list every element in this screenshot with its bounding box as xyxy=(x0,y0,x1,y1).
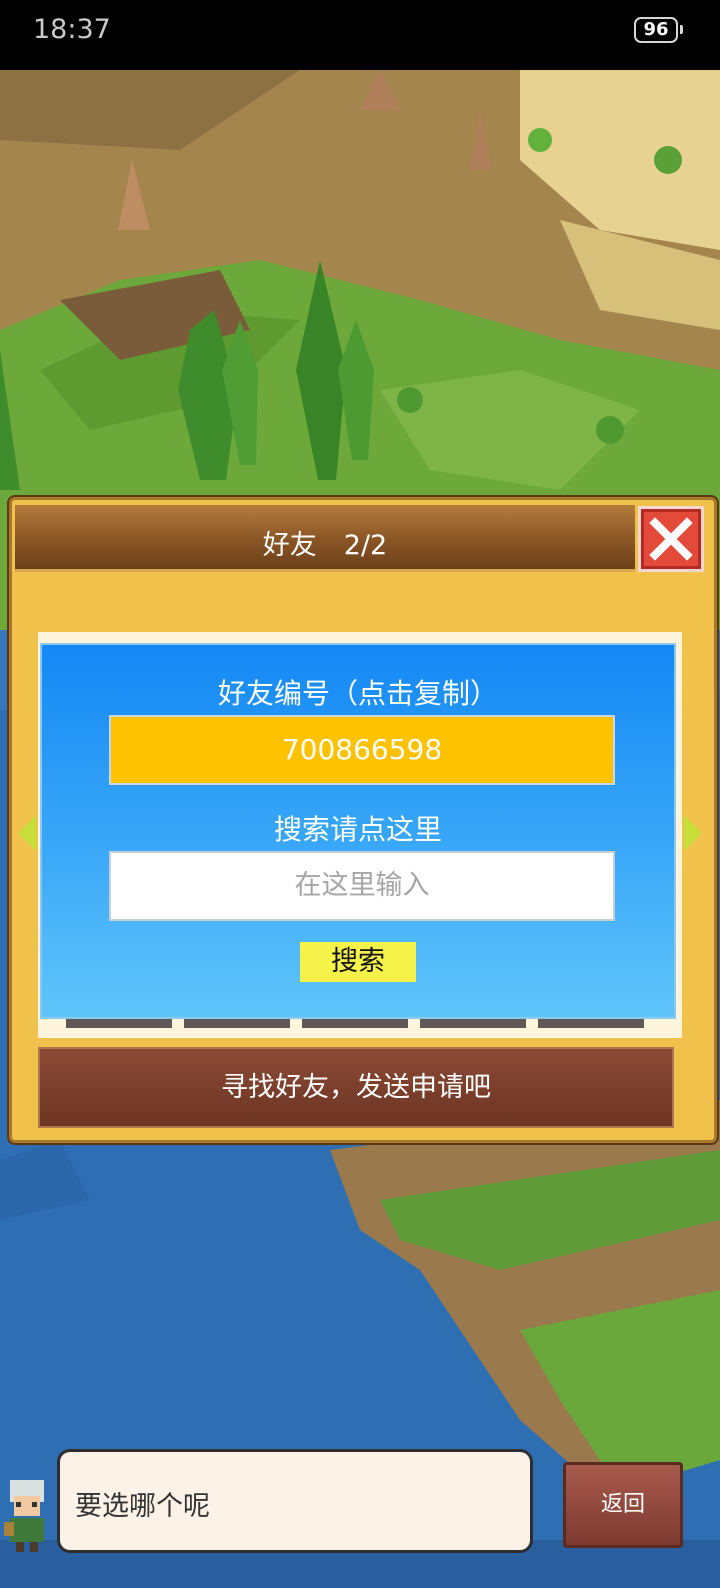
close-button[interactable] xyxy=(638,506,704,572)
status-bar: 18:37 96 xyxy=(0,0,720,70)
back-button[interactable]: 返回 xyxy=(563,1462,683,1548)
slot-divider xyxy=(420,1018,526,1028)
slot-divider xyxy=(66,1018,172,1028)
search-button[interactable]: 搜索 xyxy=(300,942,416,982)
search-label: 搜索请点这里 xyxy=(273,813,442,846)
previous-page-arrow-icon[interactable] xyxy=(18,815,36,851)
friend-id-copy-box[interactable]: 700866598 xyxy=(109,715,615,785)
slot-divider xyxy=(302,1018,408,1028)
close-icon xyxy=(649,517,693,561)
find-friends-button[interactable]: 寻找好友，发送申请吧 xyxy=(38,1047,674,1128)
search-input[interactable]: 在这里输入 xyxy=(109,851,615,921)
friend-search-card: 好友编号（点击复制） 700866598 搜索请点这里 在这里输入 搜索 xyxy=(40,643,676,1019)
dialog-message: 要选哪个呢 xyxy=(75,1491,210,1522)
slot-divider xyxy=(538,1018,644,1028)
speech-bubble: 要选哪个呢 xyxy=(60,1452,530,1550)
next-page-arrow-icon[interactable] xyxy=(684,815,702,851)
friend-id-label[interactable]: 好友编号（点击复制） xyxy=(42,672,674,712)
panel-title-bar: 好友 2/2 xyxy=(15,505,635,572)
slot-divider xyxy=(184,1018,290,1028)
panel-title: 好友 2/2 xyxy=(262,530,388,561)
battery-icon: 96 xyxy=(634,17,683,43)
status-time: 18:37 xyxy=(33,14,111,45)
character-avatar xyxy=(4,1480,44,1552)
